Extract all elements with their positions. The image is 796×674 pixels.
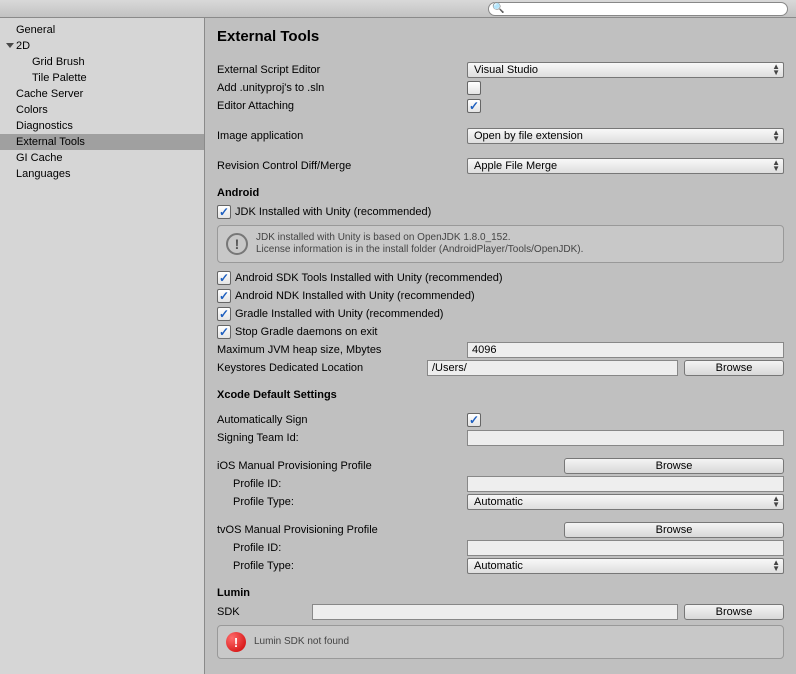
- updown-icon: ▲▼: [772, 560, 780, 572]
- sidebar-item-cache-server[interactable]: Cache Server: [0, 86, 204, 102]
- android-ndk-label: Android NDK Installed with Unity (recomm…: [235, 290, 475, 302]
- lumin-browse-button[interactable]: Browse: [684, 604, 784, 620]
- sidebar: General 2D Grid Brush Tile Palette Cache…: [0, 18, 205, 674]
- editor-attaching-checkbox[interactable]: [467, 99, 481, 113]
- updown-icon: ▲▼: [772, 64, 780, 76]
- search-wrap: 🔍: [488, 2, 788, 16]
- lumin-sdk-label: SDK: [217, 606, 312, 618]
- sidebar-item-2d[interactable]: 2D: [0, 38, 204, 54]
- tvos-profile-type-label: Profile Type:: [217, 560, 467, 572]
- lumin-error-text: Lumin SDK not found: [254, 636, 349, 648]
- jvm-heap-label: Maximum JVM heap size, Mbytes: [217, 344, 467, 356]
- sidebar-item-label: Tile Palette: [32, 72, 87, 84]
- updown-icon: ▲▼: [772, 496, 780, 508]
- ios-profile-type-label: Profile Type:: [217, 496, 467, 508]
- info-icon: !: [226, 233, 248, 255]
- android-sdk-tools-checkbox[interactable]: [217, 271, 231, 285]
- sidebar-item-general[interactable]: General: [0, 22, 204, 38]
- page-title: External Tools: [217, 28, 784, 45]
- add-unityproj-checkbox[interactable]: [467, 81, 481, 95]
- sidebar-item-grid-brush[interactable]: Grid Brush: [0, 54, 204, 70]
- jdk-label: JDK Installed with Unity (recommended): [235, 206, 431, 218]
- tvos-profile-id-input[interactable]: [467, 540, 784, 556]
- android-section-label: Android: [217, 187, 784, 199]
- keystore-browse-button[interactable]: Browse: [684, 360, 784, 376]
- keystore-label: Keystores Dedicated Location: [217, 362, 427, 374]
- sidebar-item-label: General: [16, 24, 55, 36]
- editor-attaching-label: Editor Attaching: [217, 100, 467, 112]
- tvos-profile-id-label: Profile ID:: [217, 542, 467, 554]
- external-script-editor-select[interactable]: Visual Studio▲▼: [467, 62, 784, 78]
- jdk-info-text: JDK installed with Unity is based on Ope…: [256, 232, 583, 256]
- revision-control-label: Revision Control Diff/Merge: [217, 160, 467, 172]
- search-input[interactable]: [488, 2, 788, 16]
- android-ndk-checkbox[interactable]: [217, 289, 231, 303]
- auto-sign-label: Automatically Sign: [217, 414, 467, 426]
- tvos-browse-button[interactable]: Browse: [564, 522, 784, 538]
- sidebar-item-gi-cache[interactable]: GI Cache: [0, 150, 204, 166]
- xcode-section-label: Xcode Default Settings: [217, 389, 784, 401]
- keystore-input[interactable]: [427, 360, 678, 376]
- ios-profile-id-label: Profile ID:: [217, 478, 467, 490]
- image-application-label: Image application: [217, 130, 467, 142]
- signing-team-input[interactable]: [467, 430, 784, 446]
- sidebar-item-tile-palette[interactable]: Tile Palette: [0, 70, 204, 86]
- jvm-heap-input[interactable]: [467, 342, 784, 358]
- signing-team-label: Signing Team Id:: [217, 432, 467, 444]
- sidebar-item-label: Languages: [16, 168, 70, 180]
- sidebar-item-label: Cache Server: [16, 88, 83, 100]
- ios-profile-id-input[interactable]: [467, 476, 784, 492]
- ios-profile-type-select[interactable]: Automatic▲▼: [467, 494, 784, 510]
- chevron-down-icon: [6, 43, 14, 48]
- external-script-editor-label: External Script Editor: [217, 64, 467, 76]
- lumin-section-label: Lumin: [217, 587, 784, 599]
- jdk-checkbox[interactable]: [217, 205, 231, 219]
- gradle-label: Gradle Installed with Unity (recommended…: [235, 308, 443, 320]
- lumin-sdk-input[interactable]: [312, 604, 678, 620]
- jdk-info-box: ! JDK installed with Unity is based on O…: [217, 225, 784, 263]
- lumin-error-box: ! Lumin SDK not found: [217, 625, 784, 659]
- tvos-profile-label: tvOS Manual Provisioning Profile: [217, 524, 564, 536]
- sidebar-item-label: Diagnostics: [16, 120, 73, 132]
- tvos-profile-type-select[interactable]: Automatic▲▼: [467, 558, 784, 574]
- updown-icon: ▲▼: [772, 160, 780, 172]
- sidebar-item-label: External Tools: [16, 136, 85, 148]
- content-panel: External Tools External Script Editor Vi…: [205, 18, 796, 674]
- auto-sign-checkbox[interactable]: [467, 413, 481, 427]
- sidebar-item-label: GI Cache: [16, 152, 62, 164]
- android-sdk-tools-label: Android SDK Tools Installed with Unity (…: [235, 272, 503, 284]
- gradle-checkbox[interactable]: [217, 307, 231, 321]
- add-unityproj-label: Add .unityproj's to .sln: [217, 82, 467, 94]
- ios-profile-label: iOS Manual Provisioning Profile: [217, 460, 564, 472]
- sidebar-item-languages[interactable]: Languages: [0, 166, 204, 182]
- stop-gradle-label: Stop Gradle daemons on exit: [235, 326, 377, 338]
- sidebar-item-label: Grid Brush: [32, 56, 85, 68]
- updown-icon: ▲▼: [772, 130, 780, 142]
- sidebar-item-colors[interactable]: Colors: [0, 102, 204, 118]
- error-icon: !: [226, 632, 246, 652]
- ios-browse-button[interactable]: Browse: [564, 458, 784, 474]
- sidebar-item-label: Colors: [16, 104, 48, 116]
- sidebar-item-label: 2D: [16, 40, 30, 52]
- toolbar: 🔍: [0, 0, 796, 18]
- image-application-select[interactable]: Open by file extension▲▼: [467, 128, 784, 144]
- revision-control-select[interactable]: Apple File Merge▲▼: [467, 158, 784, 174]
- sidebar-item-diagnostics[interactable]: Diagnostics: [0, 118, 204, 134]
- stop-gradle-checkbox[interactable]: [217, 325, 231, 339]
- sidebar-item-external-tools[interactable]: External Tools: [0, 134, 204, 150]
